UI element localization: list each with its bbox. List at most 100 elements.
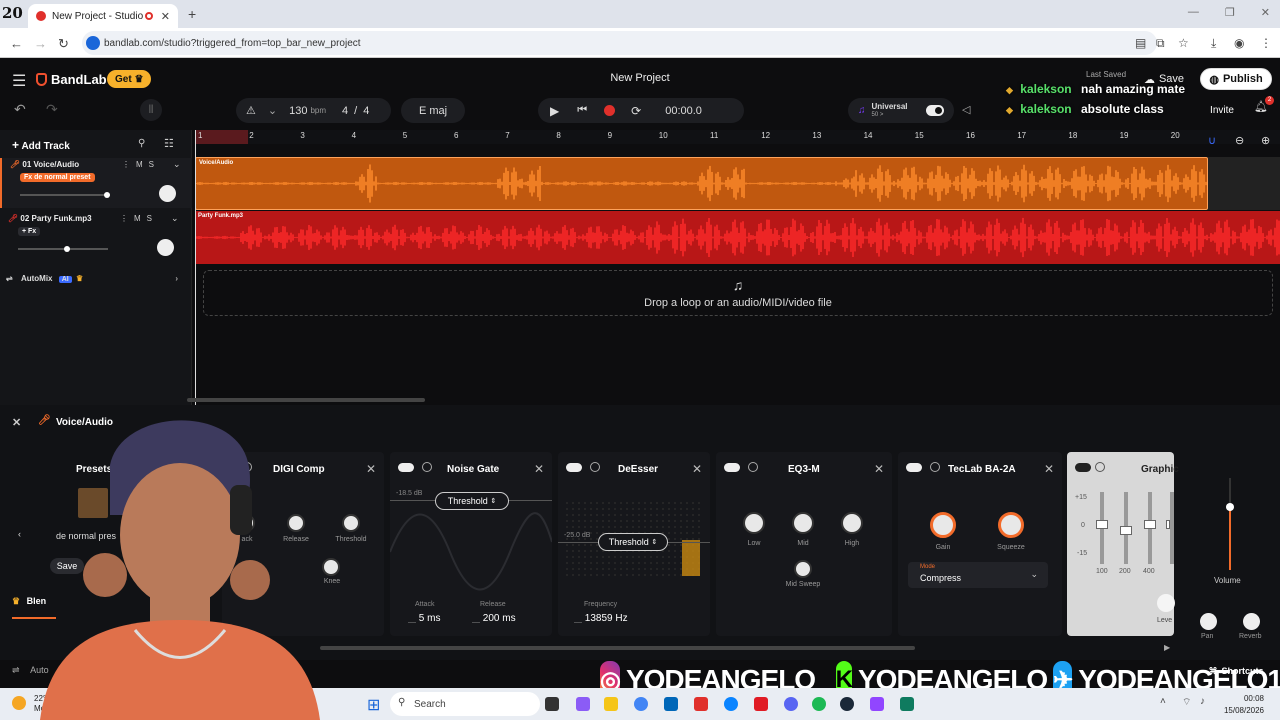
mid-knob[interactable] — [792, 512, 814, 534]
effect-toggle[interactable] — [906, 463, 922, 472]
bookmark-star-icon[interactable]: ☆ — [1178, 36, 1189, 50]
threshold-pill[interactable]: Threshold ⇕ — [598, 533, 668, 551]
invite-button[interactable]: Invite — [1198, 98, 1246, 123]
solo-button[interactable]: S — [149, 160, 160, 169]
mute-button[interactable]: M — [134, 214, 147, 223]
close-effect-icon[interactable]: ✕ — [874, 462, 884, 476]
mixer-icon[interactable]: ⦀ — [140, 99, 162, 121]
metronome-icon[interactable]: ⚠ — [246, 104, 256, 117]
add-fx-badge[interactable]: + Fx — [18, 227, 41, 236]
pan-knob[interactable] — [159, 185, 176, 202]
track-menu-icon[interactable]: ⋮ — [120, 214, 128, 223]
slider-handle[interactable] — [64, 246, 70, 252]
file-explorer-icon[interactable] — [604, 697, 618, 711]
reading-mode-icon[interactable]: ▤ — [1135, 36, 1146, 50]
universal-sub[interactable]: 50 > — [872, 111, 908, 120]
track-header[interactable]: 🎤︎ 02 Party Funk.mp3 MS ⋮ ⌄ + Fx — [0, 212, 192, 262]
obs-icon[interactable] — [900, 697, 914, 711]
mute-button[interactable]: M — [136, 160, 149, 169]
squeeze-knob[interactable] — [998, 512, 1024, 538]
minimize-icon[interactable]: — — [1188, 6, 1199, 19]
info-icon[interactable] — [242, 462, 252, 472]
master-pan-knob[interactable] — [1200, 613, 1217, 630]
attack-value[interactable]: ⎽ 5 ms — [408, 613, 440, 624]
band-slider[interactable] — [1166, 492, 1174, 564]
app-icon[interactable] — [694, 697, 708, 711]
universal-toggle[interactable] — [925, 105, 944, 116]
release-knob[interactable] — [287, 514, 305, 532]
speaker-icon[interactable]: ◁ — [962, 103, 970, 116]
scroll-right-icon[interactable]: ▶ — [1164, 643, 1170, 652]
effect-toggle[interactable] — [566, 463, 582, 472]
task-view-icon[interactable] — [545, 697, 559, 711]
band-slider[interactable] — [1096, 492, 1108, 564]
time-signature-numerator[interactable]: 4 — [342, 105, 348, 117]
master-volume-slider[interactable] — [1226, 478, 1234, 570]
publish-button[interactable]: ◍ Publish — [1200, 68, 1272, 90]
chevron-down-icon[interactable]: ⌄ — [173, 159, 181, 170]
menu-dots-icon[interactable]: ⋮ — [1260, 36, 1272, 50]
mcafee-icon[interactable] — [754, 697, 768, 711]
tempo-value[interactable]: 130 — [289, 105, 307, 117]
magnet-icon[interactable]: ∪ — [1208, 134, 1216, 147]
audio-clip[interactable]: Party Funk.mp3 — [195, 211, 1280, 264]
solo-button[interactable]: S — [147, 214, 158, 223]
play-icon[interactable]: ▶ — [550, 104, 559, 118]
reload-icon[interactable]: ↻ — [58, 36, 69, 52]
taskbar-search[interactable]: ⚲ Search — [390, 692, 540, 716]
automation-row[interactable]: ⇌ Auto — [12, 665, 49, 676]
close-effect-icon[interactable]: ✕ — [366, 462, 376, 476]
undo-icon[interactable]: ↶ — [14, 101, 26, 118]
level-knob[interactable] — [1157, 594, 1175, 612]
chevron-left-icon[interactable]: ‹ — [18, 529, 21, 539]
info-icon[interactable] — [1095, 462, 1105, 472]
taskbar-clock[interactable]: 00:08 15/08/2026 — [1224, 693, 1264, 717]
weather-widget[interactable]: 22°C Mo — [34, 694, 52, 714]
automix-row[interactable]: ⇌ AutoMix AI ♛ › — [6, 274, 186, 283]
tray-chevron-icon[interactable]: ˄ — [1160, 696, 1166, 707]
skip-back-icon[interactable]: ⏮ — [577, 104, 587, 117]
browser-tab[interactable]: New Project - Studio ✕ — [28, 4, 178, 28]
maximize-icon[interactable]: ❐ — [1225, 6, 1235, 19]
blend-row[interactable]: ♛ Blen — [12, 596, 46, 607]
playhead[interactable] — [195, 130, 196, 405]
info-icon[interactable] — [590, 462, 600, 472]
effects-scrollbar[interactable] — [320, 646, 915, 650]
mode-select[interactable]: Mode Compress ⌄ — [908, 562, 1048, 588]
release-value[interactable]: ⎽ 200 ms — [472, 613, 516, 624]
url-field[interactable]: bandlab.com/studio?triggered_from=top_ba… — [82, 31, 1157, 55]
close-tab-icon[interactable]: ✕ — [161, 10, 170, 23]
add-track-button[interactable]: + Add Track — [12, 138, 70, 152]
preset-thumbnail[interactable] — [78, 488, 108, 518]
site-info-icon[interactable] — [86, 36, 100, 50]
threshold-pill[interactable]: Threshold ⇕ — [435, 492, 509, 510]
gain-knob[interactable] — [930, 512, 956, 538]
track-header[interactable]: 🎤︎ 01 Voice/Audio MS ⋮ ⌄ Fx de normal pr… — [0, 158, 192, 208]
info-icon[interactable] — [748, 462, 758, 472]
forward-icon[interactable]: → — [34, 36, 47, 51]
attack-knob[interactable] — [237, 514, 255, 532]
knee-knob[interactable] — [322, 558, 340, 576]
new-tab-icon[interactable]: + — [188, 6, 196, 22]
effect-toggle[interactable] — [724, 463, 740, 472]
close-effect-icon[interactable]: ✕ — [534, 462, 544, 476]
close-window-icon[interactable]: ✕ — [1261, 6, 1270, 19]
drop-zone[interactable]: ♫ Drop a loop or an audio/MIDI/video fil… — [203, 270, 1273, 316]
discord-icon[interactable] — [784, 697, 798, 711]
info-icon[interactable] — [422, 462, 432, 472]
windows-start-icon[interactable]: ⊞ — [367, 695, 380, 715]
redo-icon[interactable]: ↷ — [46, 101, 58, 118]
back-icon[interactable]: ← — [10, 36, 23, 51]
info-icon[interactable] — [930, 462, 940, 472]
spotify-icon[interactable] — [812, 697, 826, 711]
network-icon[interactable]: ⌔ — [1182, 696, 1191, 709]
fx-badge[interactable]: Fx de normal preset — [20, 173, 95, 182]
track-menu-icon[interactable]: ⋮ — [122, 160, 130, 169]
audio-clip[interactable]: Voice/Audio — [195, 157, 1208, 210]
loop-icon[interactable]: ⟳ — [631, 104, 641, 118]
time-signature-denominator[interactable]: 4 — [363, 105, 369, 117]
cast-icon[interactable]: ⧉ — [1156, 36, 1165, 51]
mid-sweep-knob[interactable] — [794, 560, 812, 578]
chevron-right-icon[interactable]: › — [175, 274, 178, 283]
download-icon[interactable]: ⤓ — [1211, 36, 1216, 51]
